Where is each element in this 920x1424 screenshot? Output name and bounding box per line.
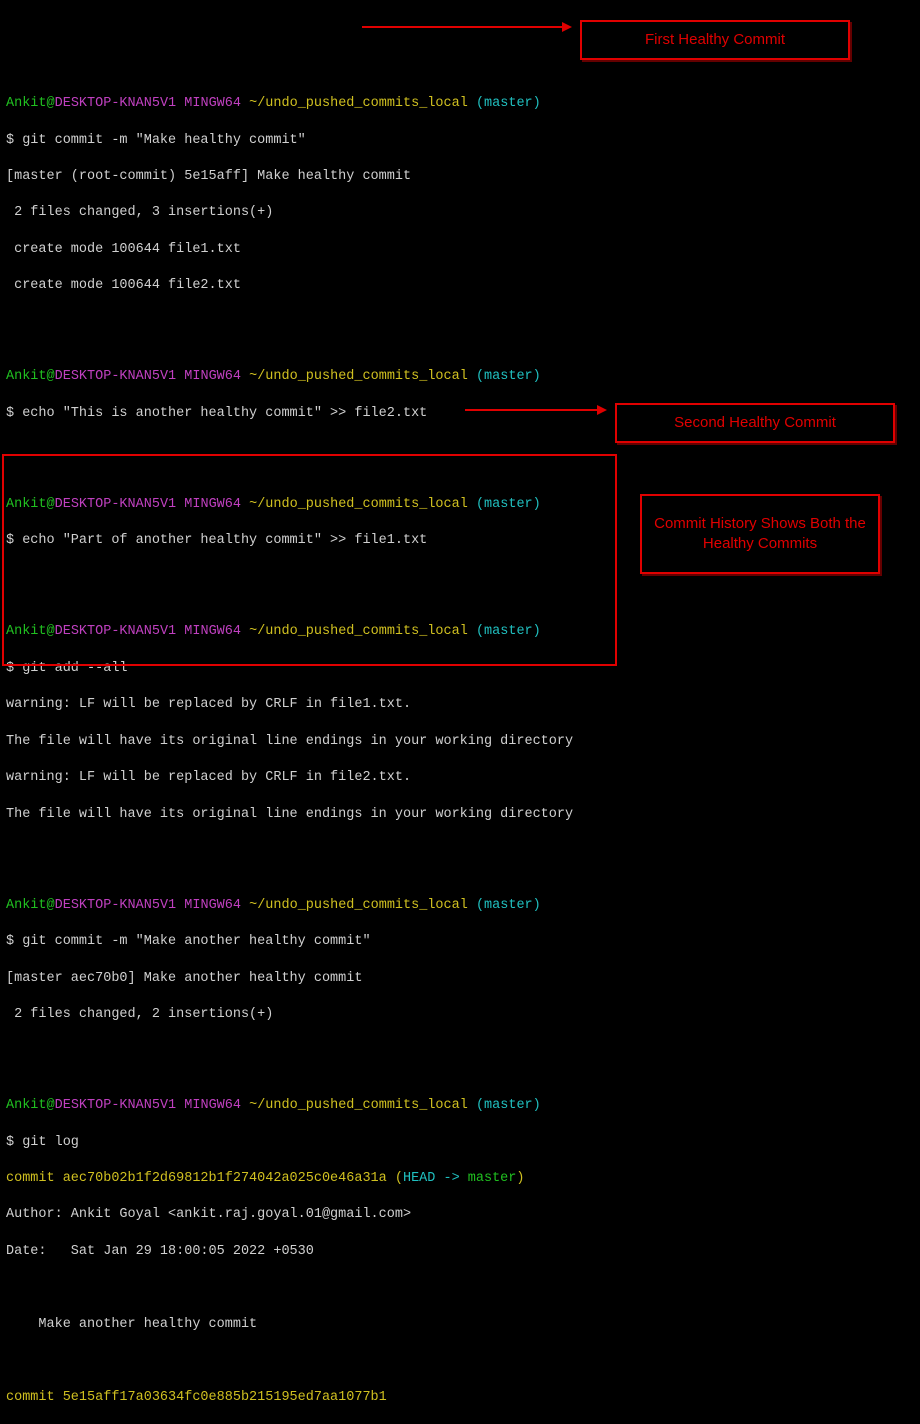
commit-output: create mode 100644 file2.txt	[6, 277, 914, 295]
user: Ankit	[6, 96, 47, 111]
log-commit-2: commit 5e15aff17a03634fc0e885b215195ed7a…	[6, 1389, 914, 1407]
command-line[interactable]: $ git commit -m "Make another healthy co…	[6, 933, 914, 951]
cwd: ~/undo_pushed_commits_local	[249, 96, 468, 111]
branch: (master)	[476, 96, 541, 111]
git-log: git log	[22, 1135, 79, 1150]
prompt-line: Ankit@DESKTOP-KNAN5V1 MINGW64 ~/undo_pus…	[6, 368, 914, 386]
commit-output: 2 files changed, 2 insertions(+)	[6, 1006, 914, 1024]
log-date: Date: Sat Jan 29 18:00:05 2022 +0530	[6, 1243, 914, 1261]
commit-output: [master (root-commit) 5e15aff] Make heal…	[6, 168, 914, 186]
host: DESKTOP-KNAN5V1	[55, 96, 177, 111]
git-commit-2: git commit -m "Make another healthy comm…	[22, 934, 370, 949]
annotation-second-commit: Second Healthy Commit	[615, 403, 895, 443]
log-message: Make another healthy commit	[6, 1316, 914, 1334]
warning-output: The file will have its original line end…	[6, 733, 914, 751]
command-line[interactable]: $ git log	[6, 1134, 914, 1152]
arrow-icon	[362, 26, 570, 28]
git-add: git add --all	[22, 661, 127, 676]
commit-output: [master aec70b0] Make another healthy co…	[6, 970, 914, 988]
arrow-icon	[465, 409, 605, 411]
log-author: Author: Ankit Goyal <ankit.raj.goyal.01@…	[6, 1206, 914, 1224]
echo-file1: echo "Part of another healthy commit" >>…	[22, 533, 427, 548]
log-commit-1: commit aec70b02b1f2d69812b1f274042a025c0…	[6, 1170, 914, 1188]
annotation-history: Commit History Shows Both the Healthy Co…	[640, 494, 880, 574]
warning-output: The file will have its original line end…	[6, 806, 914, 824]
annotation-first-commit: First Healthy Commit	[580, 20, 850, 60]
command-line[interactable]: $ git commit -m "Make healthy commit"	[6, 132, 914, 150]
shell: MINGW64	[184, 96, 241, 111]
echo-file2: echo "This is another healthy commit" >>…	[22, 406, 427, 421]
git-commit-1: git commit -m "Make healthy commit"	[22, 133, 306, 148]
prompt-line: Ankit@DESKTOP-KNAN5V1 MINGW64 ~/undo_pus…	[6, 95, 914, 113]
command-line[interactable]: $ git add --all	[6, 660, 914, 678]
warning-output: warning: LF will be replaced by CRLF in …	[6, 769, 914, 787]
commit-output: 2 files changed, 3 insertions(+)	[6, 204, 914, 222]
commit-output: create mode 100644 file1.txt	[6, 241, 914, 259]
prompt-line: Ankit@DESKTOP-KNAN5V1 MINGW64 ~/undo_pus…	[6, 623, 914, 641]
prompt-line: Ankit@DESKTOP-KNAN5V1 MINGW64 ~/undo_pus…	[6, 1097, 914, 1115]
prompt-line: Ankit@DESKTOP-KNAN5V1 MINGW64 ~/undo_pus…	[6, 897, 914, 915]
